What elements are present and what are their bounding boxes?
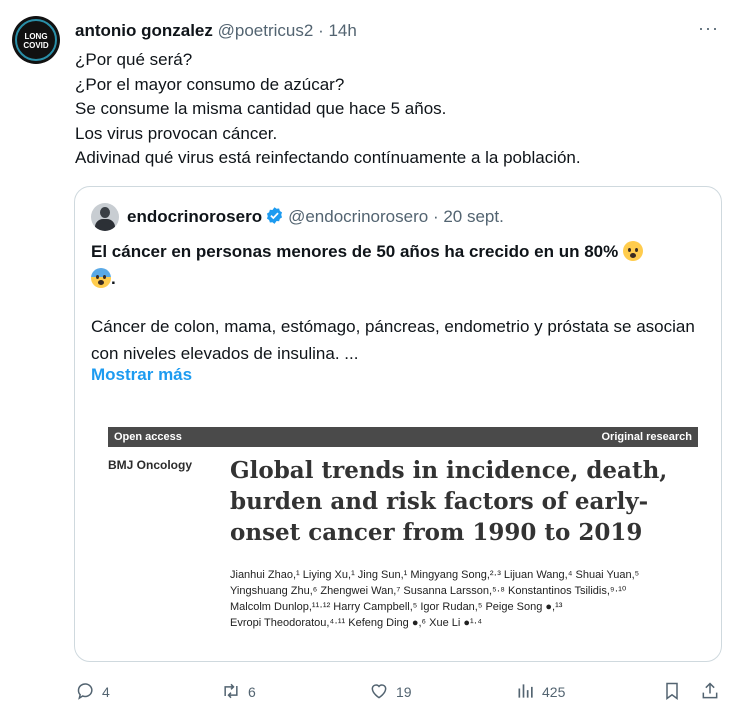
tweet-time[interactable]: 14h bbox=[328, 21, 356, 40]
views-count: 425 bbox=[542, 684, 566, 700]
header-separator: · bbox=[318, 21, 324, 40]
tweet-line: ¿Por el mayor consumo de azúcar? bbox=[75, 74, 345, 94]
more-options-button[interactable]: ··· bbox=[698, 18, 719, 39]
quote-date[interactable]: 20 sept. bbox=[443, 207, 504, 226]
like-count: 19 bbox=[396, 684, 412, 700]
paper-authors: Jianhui Zhao,¹ Liying Xu,¹ Jing Sun,¹ Mi… bbox=[230, 567, 700, 631]
quote-separator: · bbox=[432, 207, 439, 226]
avatar-text-covid: COVID bbox=[23, 41, 49, 50]
author-name[interactable]: antonio gonzalez bbox=[75, 21, 213, 40]
views-chart-icon bbox=[516, 681, 542, 704]
tweet-header: antonio gonzalez @poetricus2 · 14h bbox=[75, 20, 357, 42]
paper-title: Global trends in incidence, death, burde… bbox=[230, 457, 668, 546]
open-access-tag: Open access bbox=[114, 431, 182, 443]
quote-title-text: El cáncer en personas menores de 50 años… bbox=[91, 242, 619, 261]
author-handle[interactable]: @poetricus2 bbox=[218, 21, 314, 40]
quote-author-handle[interactable]: @endocrinorosero bbox=[288, 207, 428, 226]
action-bar: 4 6 19 425 bbox=[0, 678, 744, 706]
share-button[interactable] bbox=[700, 678, 726, 706]
share-icon bbox=[700, 680, 726, 705]
author-line: Malcolm Dunlop,¹¹·¹² Harry Campbell,⁵ Ig… bbox=[230, 601, 563, 613]
quote-author-name[interactable]: endocrinorosero bbox=[127, 207, 262, 226]
bookmark-button[interactable] bbox=[662, 678, 688, 706]
quote-title-end: . bbox=[111, 269, 116, 288]
tweet: LONG COVID antonio gonzalez @poetricus2 … bbox=[0, 0, 744, 722]
avatar-body bbox=[95, 219, 115, 231]
verified-badge-icon bbox=[265, 206, 284, 231]
reply-count: 4 bbox=[102, 684, 110, 700]
tweet-line: Se consume la misma cantidad que hace 5 … bbox=[75, 99, 447, 118]
screaming-face-emoji-icon bbox=[91, 268, 111, 288]
tweet-line: Adivinad qué virus está reinfectando con… bbox=[75, 148, 581, 167]
paper-header-bar: Open access Original research bbox=[108, 427, 698, 447]
heart-icon bbox=[368, 681, 396, 704]
author-line: Yingshuang Zhu,⁶ Zhengwei Wan,⁷ Susanna … bbox=[230, 585, 627, 597]
quote-text: Cáncer de colon, mama, estómago, páncrea… bbox=[91, 317, 695, 363]
reply-button[interactable]: 4 bbox=[76, 678, 110, 706]
tweet-text: ¿Por qué será? ¿Por el mayor consumo de … bbox=[75, 48, 581, 171]
quote-header: endocrinorosero @endocrinorosero · 20 sep… bbox=[127, 206, 504, 231]
paper-image[interactable]: Open access Original research BMJ Oncolo… bbox=[108, 427, 698, 632]
avatar-text-long: LONG bbox=[24, 32, 48, 41]
retweet-count: 6 bbox=[248, 684, 256, 700]
bookmark-icon bbox=[662, 680, 688, 705]
tweet-line: ¿Por qué será? bbox=[75, 50, 193, 69]
journal-name: BMJ Oncology bbox=[108, 458, 193, 472]
quoted-tweet[interactable]: endocrinorosero @endocrinorosero · 20 sep… bbox=[74, 186, 722, 662]
views-button[interactable]: 425 bbox=[516, 678, 565, 706]
retweet-icon bbox=[220, 681, 248, 704]
author-avatar[interactable]: LONG COVID bbox=[12, 16, 60, 64]
show-more-link[interactable]: Mostrar más bbox=[91, 365, 192, 385]
avatar-head bbox=[100, 207, 110, 218]
original-research-tag: Original research bbox=[601, 431, 693, 443]
author-line: Jianhui Zhao,¹ Liying Xu,¹ Jing Sun,¹ Mi… bbox=[230, 569, 640, 581]
tweet-line: Los virus provocan cáncer. bbox=[75, 123, 278, 143]
quote-title: El cáncer en personas menores de 50 años… bbox=[91, 238, 711, 292]
like-button[interactable]: 19 bbox=[368, 678, 412, 706]
retweet-button[interactable]: 6 bbox=[220, 678, 256, 706]
reply-icon bbox=[76, 681, 102, 704]
quote-author-avatar[interactable] bbox=[91, 203, 119, 231]
author-line: Evropi Theodoratou,⁴·¹¹ Kefeng Ding ●,⁶ … bbox=[230, 617, 483, 629]
anxious-face-emoji-icon bbox=[622, 241, 643, 261]
